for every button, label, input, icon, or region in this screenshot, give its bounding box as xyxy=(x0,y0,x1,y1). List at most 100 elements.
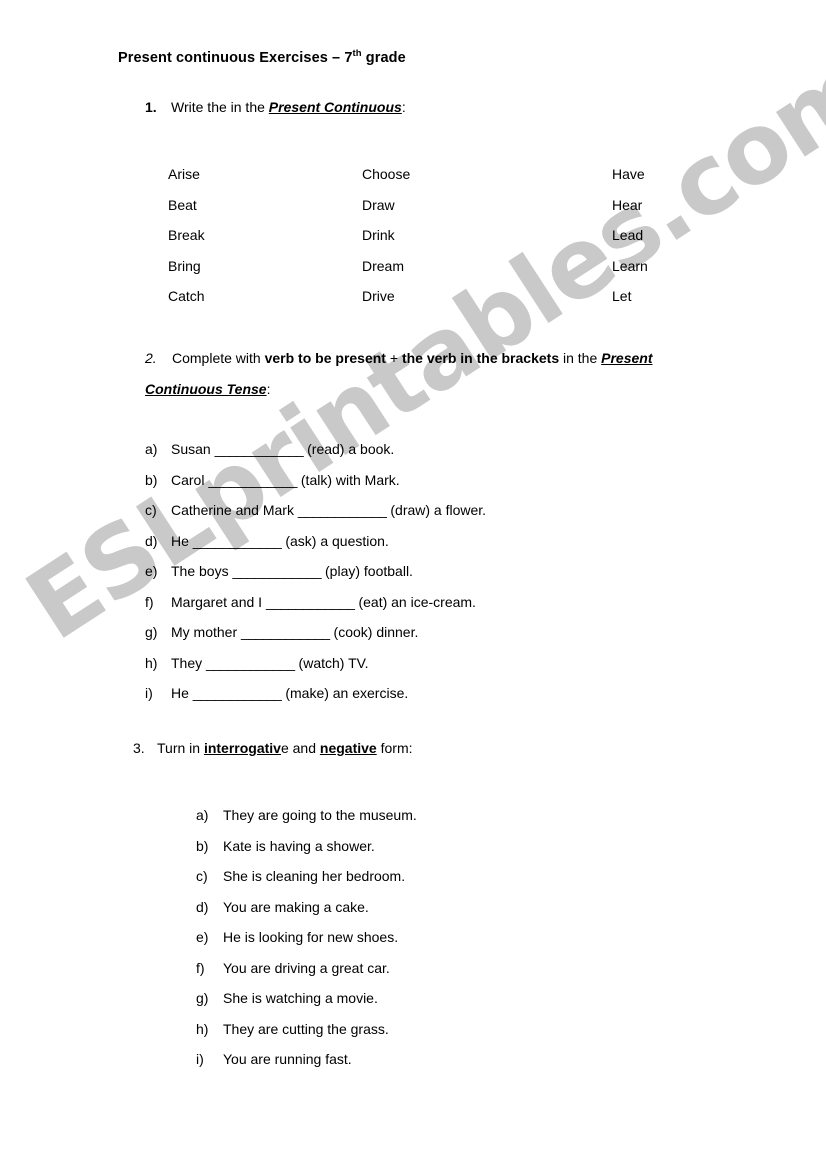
item-label: b) xyxy=(145,471,158,488)
answer-blank[interactable]: ____________ xyxy=(193,533,282,549)
item-text-after: (watch) TV. xyxy=(294,654,369,671)
item-text-before: Susan xyxy=(171,441,215,457)
verb-row: Break Drink Lead xyxy=(168,220,728,251)
page-title-suffix: grade xyxy=(361,50,406,66)
item-label: h) xyxy=(145,654,158,671)
fill-in-blank-item: e) The boys ____________ (play) football. xyxy=(145,556,765,587)
item-label: g) xyxy=(196,990,209,1006)
fill-in-blank-item: i) He ____________ (make) an exercise. xyxy=(145,678,765,709)
item-text: You are making a cake. xyxy=(223,898,369,915)
transform-sentence-item: i) You are running fast. xyxy=(196,1044,696,1075)
answer-blank[interactable]: ____________ xyxy=(266,594,355,610)
exercise-1-instruction-emphasis: Present Continuous xyxy=(268,99,402,115)
transform-sentence-item: f) You are driving a great car. xyxy=(196,953,696,984)
worksheet-page: ESLprintables.com Present continuous Exe… xyxy=(0,0,826,1169)
transform-sentence-item: h) They are cutting the grass. xyxy=(196,1014,696,1045)
transform-sentence-item: g) She is watching a movie. xyxy=(196,983,696,1014)
item-text-before: He xyxy=(171,685,193,701)
exercise-2-instruction-bold1: verb to be present xyxy=(264,350,386,366)
answer-blank[interactable]: ____________ xyxy=(215,441,304,457)
verb-item: Drink xyxy=(362,227,395,243)
verb-item: Lead xyxy=(612,227,644,243)
exercise-2-instruction-part1: Complete with xyxy=(172,350,265,366)
exercise-2-instruction-part3: in the xyxy=(559,350,602,366)
item-text: You are running fast. xyxy=(223,1051,352,1067)
verb-item: Learn xyxy=(612,257,648,274)
item-text: He is looking for new shoes. xyxy=(223,929,399,945)
item-label: c) xyxy=(145,502,157,518)
verb-item: Dream xyxy=(362,257,405,274)
item-label: a) xyxy=(145,441,158,457)
item-text-after: (eat) an ice-cream. xyxy=(354,593,476,610)
verb-item: Choose xyxy=(362,166,411,182)
transform-sentence-item: d) You are making a cake. xyxy=(196,892,696,923)
verb-item: Draw xyxy=(362,196,395,213)
transform-sentence-item: e) He is looking for new shoes. xyxy=(196,922,696,953)
item-text-after: (talk) with Mark. xyxy=(297,471,400,488)
verb-item: Break xyxy=(168,227,205,243)
exercise-3-instruction-part3: form: xyxy=(376,740,413,756)
fill-in-blank-item: d) He ____________ (ask) a question. xyxy=(145,526,765,557)
fill-in-blank-item: g) My mother ____________ (cook) dinner. xyxy=(145,617,765,648)
item-text: They are cutting the grass. xyxy=(223,1020,389,1037)
item-label: b) xyxy=(196,837,209,854)
item-label: c) xyxy=(196,868,208,884)
exercise-1-number: 1. xyxy=(145,99,157,115)
item-text: She is watching a movie. xyxy=(223,990,378,1006)
page-title-ordinal-suffix: th xyxy=(352,48,362,60)
answer-blank[interactable]: ____________ xyxy=(206,655,295,671)
page-title: Present continuous Exercises – 7th grade xyxy=(118,48,406,66)
item-text-after: (cook) dinner. xyxy=(329,624,419,640)
exercise-2-items: a) Susan ____________ (read) a book. b) Ca… xyxy=(145,434,765,709)
fill-in-blank-item: c) Catherine and Mark ____________ (draw)… xyxy=(145,495,765,526)
item-label: e) xyxy=(196,929,209,945)
answer-blank[interactable]: ____________ xyxy=(298,502,387,518)
item-text-after: (draw) a flower. xyxy=(386,502,487,518)
item-label: e) xyxy=(145,563,158,579)
item-text: Kate is having a shower. xyxy=(223,837,375,854)
transform-sentence-item: a) They are going to the museum. xyxy=(196,800,696,831)
transform-sentence-item: b) Kate is having a shower. xyxy=(196,831,696,862)
item-label: i) xyxy=(145,685,153,701)
item-text: They are going to the museum. xyxy=(223,807,417,823)
exercise-2-instruction-suffix: : xyxy=(266,381,271,397)
answer-blank[interactable]: ____________ xyxy=(193,685,282,701)
worksheet-content: Present continuous Exercises – 7th grade… xyxy=(0,0,826,1169)
verb-item: Drive xyxy=(362,288,395,304)
item-text-after: (read) a book. xyxy=(303,441,395,457)
answer-blank[interactable]: ____________ xyxy=(232,563,321,579)
verb-row: Catch Drive Let xyxy=(168,281,728,312)
item-label: i) xyxy=(196,1051,204,1067)
item-text-before: They xyxy=(171,654,207,671)
exercise-3-instruction-bold2: negative xyxy=(319,740,377,756)
item-label: d) xyxy=(196,898,209,915)
answer-blank[interactable]: ____________ xyxy=(241,624,330,640)
verb-item: Beat xyxy=(168,196,197,213)
item-label: f) xyxy=(145,593,154,610)
page-title-prefix: Present continuous Exercises – 7 xyxy=(118,50,353,66)
item-text-before: My mother xyxy=(171,624,242,640)
verb-row: Arise Choose Have xyxy=(168,159,728,190)
fill-in-blank-item: f) Margaret and I ____________ (eat) an i… xyxy=(145,587,765,618)
exercise-3-items: a) They are going to the museum. b) Kate i… xyxy=(196,800,696,1075)
exercise-3-instruction-bold1: interrogativ xyxy=(203,740,281,756)
item-text-before: Margaret and I xyxy=(171,593,266,610)
item-text: You are driving a great car. xyxy=(223,959,390,976)
item-text: She is cleaning her bedroom. xyxy=(223,868,406,884)
item-label: d) xyxy=(145,532,158,549)
fill-in-blank-item: a) Susan ____________ (read) a book. xyxy=(145,434,765,465)
answer-blank[interactable]: ____________ xyxy=(208,472,297,488)
exercise-3-instruction: 3. Turn in interrogative and negative for… xyxy=(133,740,413,756)
item-label: a) xyxy=(196,807,209,823)
verb-item: Catch xyxy=(168,288,205,304)
verb-item: Have xyxy=(612,166,645,182)
verb-item: Arise xyxy=(168,166,200,182)
item-label: f) xyxy=(196,959,205,976)
verb-list: Arise Choose Have Beat Draw Hear Break D… xyxy=(168,159,728,312)
verb-row: Beat Draw Hear xyxy=(168,190,728,221)
exercise-1-instruction: 1. Write the in the Present Continuous: xyxy=(145,99,406,115)
item-text-after: (ask) a question. xyxy=(281,532,389,549)
transform-sentence-item: c) She is cleaning her bedroom. xyxy=(196,861,696,892)
exercise-3-instruction-part1: Turn in xyxy=(157,740,204,756)
exercise-3-instruction-part2: e and xyxy=(280,740,320,756)
